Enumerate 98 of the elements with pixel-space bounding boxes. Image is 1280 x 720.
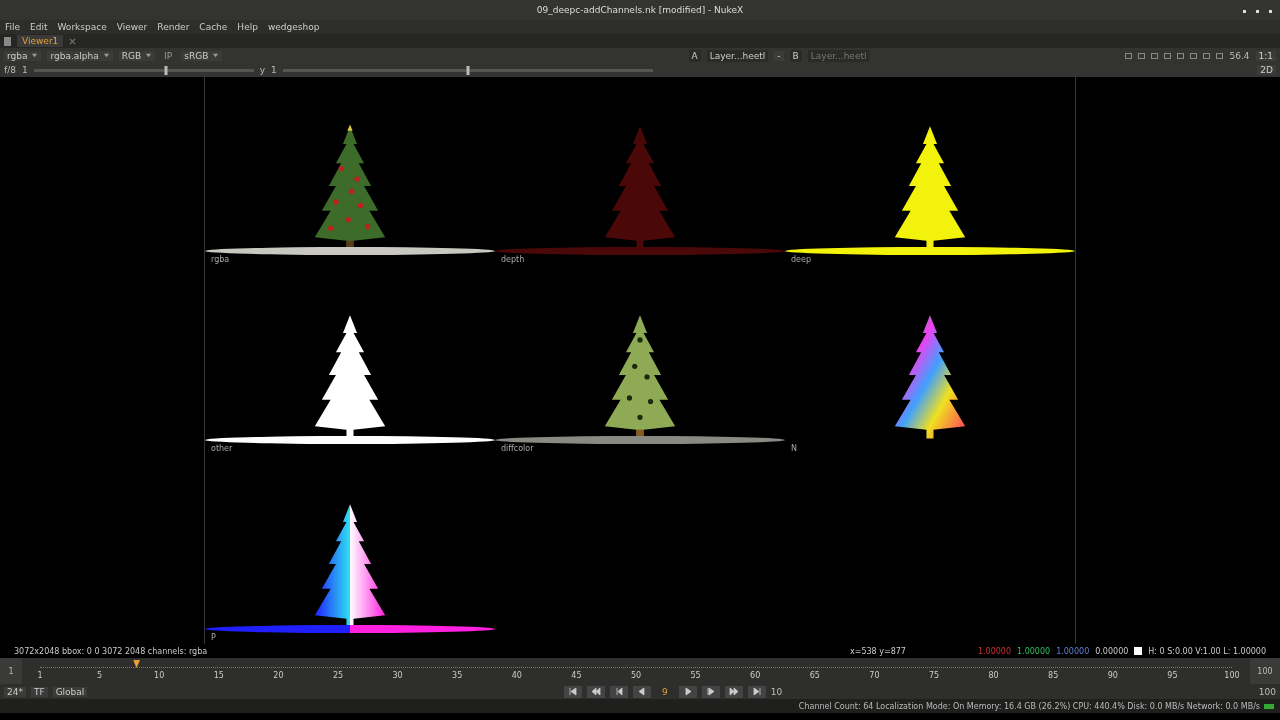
frame-number: 50 — [630, 671, 642, 680]
menu-item[interactable]: wedgeshop — [267, 22, 320, 32]
frame-number: 75 — [928, 671, 940, 680]
input-a-label: A — [688, 49, 701, 62]
triangle-icon — [728, 687, 739, 696]
frame-number: 45 — [571, 671, 582, 680]
frame-number: 65 — [809, 671, 820, 680]
channel-value: 1.00000 — [1056, 646, 1090, 656]
menu-item[interactable]: File — [5, 22, 21, 32]
frame-number: 85 — [1048, 671, 1059, 680]
cursor-coords: x=538 y=877 — [850, 646, 906, 656]
zoom-level[interactable]: 56.4 — [1229, 50, 1250, 61]
triangle-icon — [751, 687, 762, 696]
slider-thumb[interactable] — [466, 65, 470, 75]
menu-item[interactable]: Viewer — [116, 22, 148, 32]
slider-thumb[interactable] — [164, 65, 168, 75]
channel-dropdown[interactable]: rgba — [4, 50, 42, 61]
layer-label: P — [211, 633, 216, 644]
frame-number: 1 — [37, 671, 43, 680]
layer-label: diffcolor — [501, 444, 534, 455]
status-text: Channel Count: 64 Localization Mode: On Memory: 16.4 GB (26.2%) CPU: 440.4% Disk: 0.0 MB/s Network: 0.0 MB/s — [798, 701, 1260, 711]
playback-button[interactable] — [701, 685, 720, 698]
current-frame[interactable]: 9 — [656, 686, 674, 697]
menu-item[interactable]: Workspace — [57, 22, 107, 32]
frame-number: 5 — [97, 671, 103, 680]
end-frame-field[interactable]: 100 — [1258, 686, 1276, 697]
frame-number: 15 — [213, 671, 224, 680]
timeline-track[interactable]: 1 5 10 15 20 25 30 35 40 45 50 55 60 65 70 75 80 85 90 95 100 — [34, 658, 1238, 684]
layer-label: rgba — [211, 255, 230, 266]
frame-number: 100 — [1224, 671, 1240, 680]
triangle-icon — [591, 687, 601, 696]
fstop-value[interactable]: f/8 — [4, 65, 16, 75]
close-tab-icon[interactable] — [69, 37, 77, 45]
playback-button[interactable] — [678, 685, 697, 698]
triangle-icon — [682, 687, 693, 696]
layer-label: other — [211, 444, 233, 455]
format-info: 3072x2048 bbox: 0 0 3072 2048 channels: rgba — [14, 646, 208, 656]
end-frame[interactable]: 100 — [1250, 658, 1280, 684]
viewer-tab[interactable]: Viewer1 — [17, 35, 64, 47]
channel-value: 1.00000 — [977, 646, 1012, 656]
menu-item[interactable]: Edit — [30, 22, 48, 32]
playback-button[interactable] — [724, 685, 743, 698]
triangle-icon — [568, 687, 578, 696]
gain-value[interactable]: 1 — [21, 65, 28, 75]
menu-item[interactable]: Help — [237, 22, 258, 32]
range-dropdown[interactable]: Global — [52, 686, 88, 697]
panel-icon[interactable] — [4, 36, 11, 46]
caret-icon — [212, 52, 220, 59]
frame-number: 30 — [392, 671, 403, 680]
channel-value: 1.00000 — [1017, 646, 1051, 656]
playback-button[interactable] — [747, 685, 766, 698]
frame-number: 35 — [452, 671, 463, 680]
playback-button[interactable] — [633, 685, 651, 698]
window-title: 09_deepc-addChannels.nk [modified] - NukeX — [536, 5, 744, 15]
increment-value[interactable]: 10 — [770, 686, 783, 697]
frame-number: 10 — [154, 671, 165, 680]
layer-label: N — [791, 444, 797, 455]
view-mode-dropdown[interactable]: 2D — [1257, 65, 1276, 75]
menu-item[interactable]: Cache — [199, 22, 228, 32]
frame-number: 95 — [1167, 671, 1178, 680]
frame-number: 90 — [1107, 671, 1118, 680]
triangle-icon — [637, 687, 647, 696]
channel-dropdown[interactable]: sRGB — [181, 50, 223, 61]
fps-dropdown[interactable]: 24* — [4, 686, 26, 697]
triangle-icon — [614, 687, 624, 696]
layer-label: depth — [501, 255, 525, 266]
caret-icon — [145, 52, 153, 59]
alpha-value: 0.00000 — [1095, 646, 1129, 656]
frame-number: 70 — [869, 671, 880, 680]
frame-number: 20 — [273, 671, 284, 680]
frame-number: 40 — [511, 671, 522, 680]
status-indicator — [1264, 703, 1274, 709]
gamma-value[interactable]: 1 — [271, 65, 277, 75]
caret-icon — [102, 52, 110, 59]
compare-dropdown[interactable]: - — [774, 50, 784, 61]
triangle-icon — [705, 687, 716, 696]
channel-dropdown[interactable]: rgba.alpha — [47, 50, 113, 61]
gamma-label: y — [259, 65, 265, 75]
playback-button[interactable] — [587, 685, 605, 698]
color-swatch — [1134, 647, 1143, 655]
playback-button[interactable] — [610, 685, 628, 698]
playback-button[interactable] — [564, 685, 582, 698]
layer-label: deep — [791, 255, 811, 266]
frame-number: 60 — [750, 671, 761, 680]
channel-dropdown[interactable]: IP — [161, 50, 176, 61]
hsvl-values: H: 0 S:0.00 V:1.00 L: 1.00000 — [1148, 646, 1266, 656]
layer-a-dropdown[interactable]: Layer...heetl — [706, 49, 769, 62]
caret-icon — [31, 52, 39, 59]
playhead[interactable] — [133, 660, 141, 668]
start-frame[interactable]: 1 — [0, 658, 22, 684]
timecode-dropdown[interactable]: TF — [30, 686, 48, 697]
frame-number: 55 — [690, 671, 701, 680]
frame-number: 25 — [332, 671, 344, 680]
frame-number: 80 — [988, 671, 999, 680]
ratio-dropdown[interactable]: 1:1 — [1255, 50, 1276, 61]
channel-dropdown[interactable]: RGB — [118, 50, 156, 61]
menu-item[interactable]: Render — [157, 22, 190, 32]
input-b-label: B — [789, 49, 802, 62]
